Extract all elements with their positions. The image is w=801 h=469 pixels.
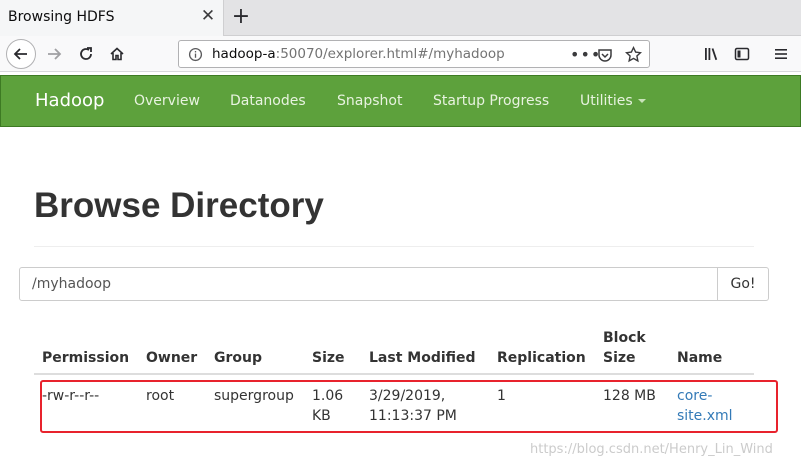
nav-overview[interactable]: Overview: [134, 93, 200, 109]
row-highlight-box: [40, 380, 778, 433]
nav-datanodes[interactable]: Datanodes: [230, 93, 306, 109]
nav-utilities-label: Utilities: [580, 93, 633, 109]
url-host: hadoop-a: [212, 46, 276, 62]
pocket-icon[interactable]: [597, 47, 613, 67]
col-header-owner[interactable]: Owner: [146, 348, 197, 368]
forward-icon[interactable]: [39, 39, 69, 69]
reload-icon[interactable]: [71, 39, 101, 69]
browser-toolbar: hadoop-a:50070/explorer.html#/myhadoop •…: [0, 36, 801, 72]
nav-utilities[interactable]: Utilities: [580, 93, 646, 109]
col-header-size[interactable]: Size: [312, 348, 345, 368]
col-header-permission[interactable]: Permission: [42, 348, 129, 368]
tab-strip: Browsing HDFS ✕ +: [0, 0, 801, 36]
col-header-block-size[interactable]: Block Size: [603, 328, 646, 368]
col-header-block-size-line1: Block: [603, 330, 646, 346]
directory-path-input[interactable]: [19, 267, 718, 301]
info-icon[interactable]: [188, 47, 203, 66]
url-path: :50070/explorer.html#/myhadoop: [275, 46, 505, 62]
col-header-replication[interactable]: Replication: [497, 348, 586, 368]
url-bar[interactable]: hadoop-a:50070/explorer.html#/myhadoop •…: [178, 40, 650, 68]
page-title: Browse Directory: [34, 186, 324, 225]
menu-icon[interactable]: [766, 39, 796, 69]
caret-down-icon: [637, 99, 646, 103]
watermark-text: https://blog.csdn.net/Henry_Lin_Wind: [530, 442, 773, 457]
home-icon[interactable]: [102, 39, 132, 69]
col-header-last-modified[interactable]: Last Modified: [369, 348, 476, 368]
col-header-group[interactable]: Group: [214, 348, 262, 368]
browser-tab[interactable]: Browsing HDFS ✕: [0, 0, 224, 36]
back-icon[interactable]: [6, 39, 36, 69]
nav-snapshot[interactable]: Snapshot: [337, 93, 402, 109]
url-text: hadoop-a:50070/explorer.html#/myhadoop: [212, 46, 505, 62]
table-header-divider: [34, 373, 754, 375]
go-button[interactable]: Go!: [717, 267, 769, 301]
col-header-name[interactable]: Name: [677, 348, 722, 368]
title-divider: [34, 246, 754, 247]
tab-title: Browsing HDFS: [8, 9, 115, 25]
close-tab-icon[interactable]: ✕: [199, 7, 217, 25]
hadoop-navbar: Hadoop Overview Datanodes Snapshot Start…: [0, 75, 801, 127]
bookmark-star-icon[interactable]: [624, 45, 643, 67]
nav-startup-progress[interactable]: Startup Progress: [433, 93, 549, 109]
new-tab-icon[interactable]: +: [230, 4, 252, 30]
library-icon[interactable]: [697, 39, 727, 69]
col-header-block-size-line2: Size: [603, 350, 636, 366]
navbar-brand[interactable]: Hadoop: [35, 90, 104, 111]
sidebar-icon[interactable]: [727, 39, 757, 69]
